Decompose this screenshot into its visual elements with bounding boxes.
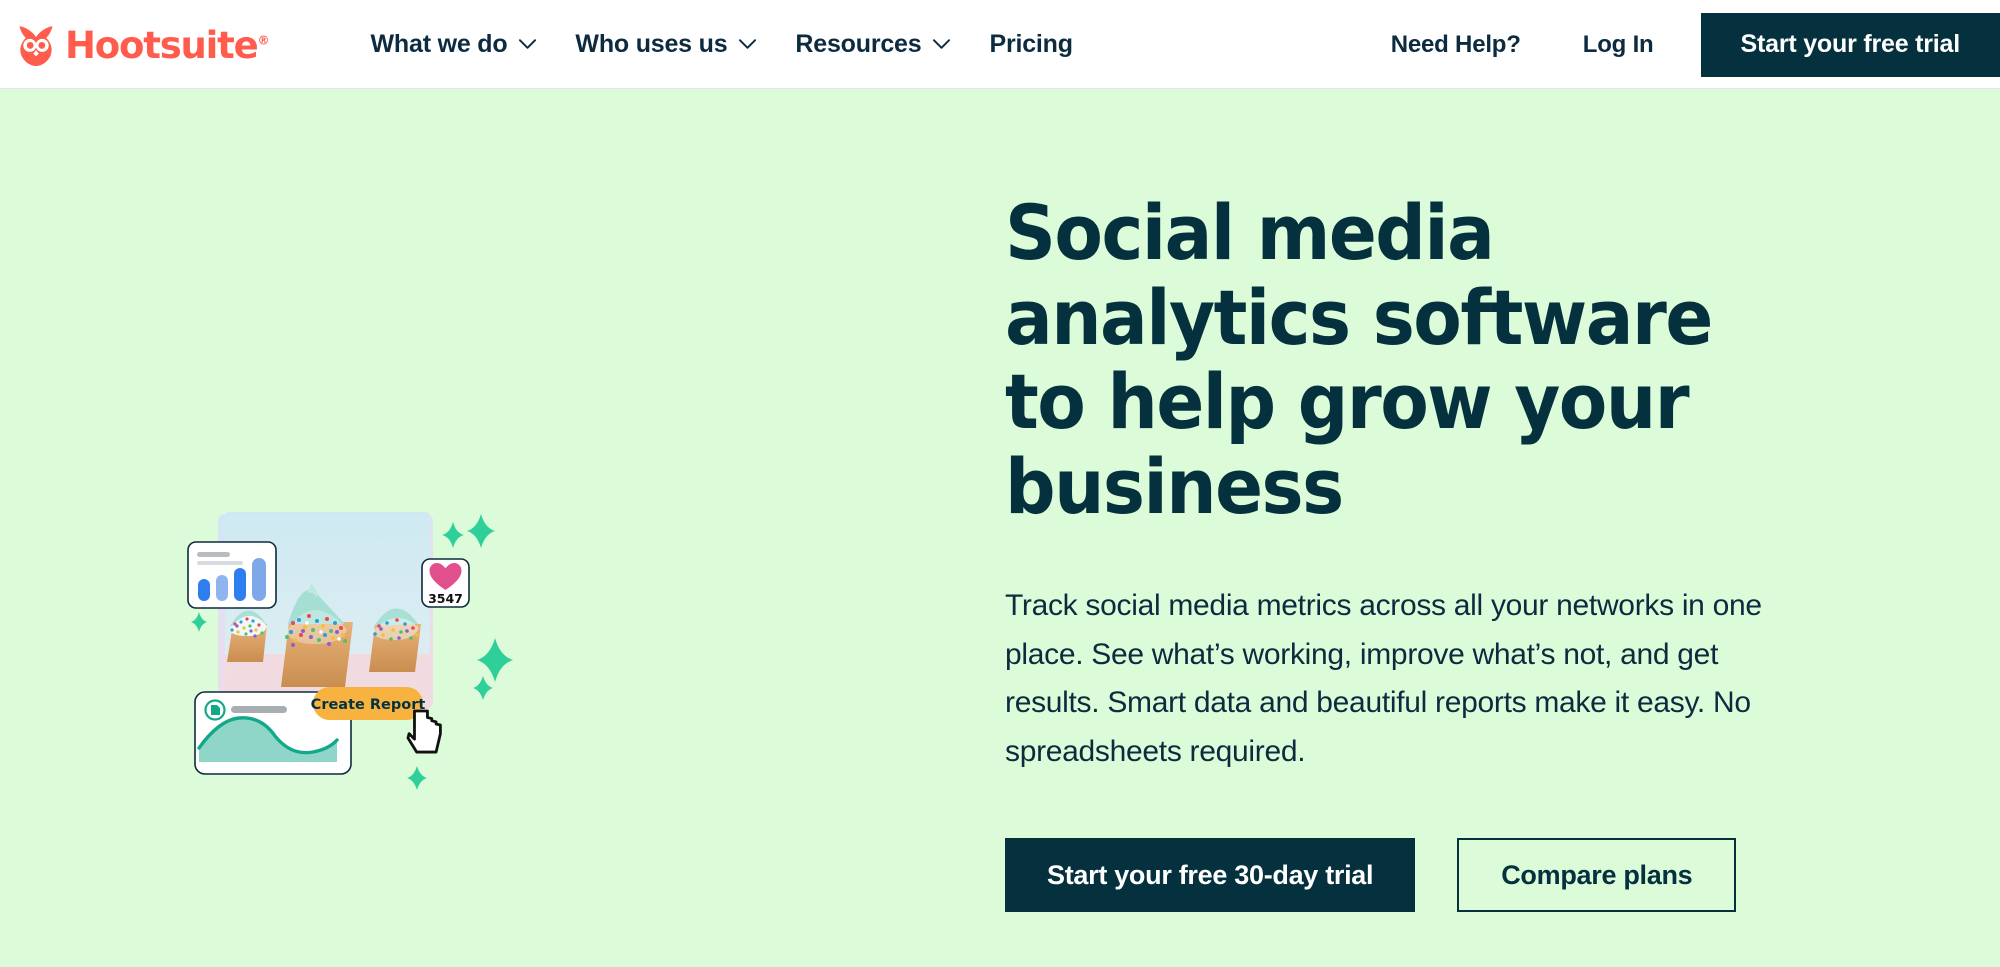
need-help-link[interactable]: Need Help? — [1375, 31, 1537, 59]
nav-item-label: What we do — [370, 29, 508, 58]
nav-item-pricing[interactable]: Pricing — [970, 20, 1091, 69]
hero-description: Track social media metrics across all yo… — [1005, 588, 1762, 768]
nav-item-who-uses-us[interactable]: Who uses us — [556, 20, 776, 69]
chevron-down-icon — [738, 38, 757, 50]
hero-content-column: Social media analytics software to help … — [1000, 89, 2000, 967]
hero-illustration-column: 3547 Create Report — [0, 89, 1000, 967]
nav-item-resources[interactable]: Resources — [776, 20, 970, 69]
bar-chart-card — [187, 541, 277, 609]
nav-item-label: Resources — [795, 29, 922, 58]
hero-cta-group: Start your free 30-day trial Compare pla… — [1005, 838, 2000, 913]
primary-nav: What we do Who uses us Resources Pricing — [352, 20, 1092, 69]
create-report-button: Create Report — [311, 687, 426, 720]
hero-section: 3547 Create Report Social media analytic… — [0, 89, 2000, 967]
analytics-illustration: 3547 Create Report — [185, 504, 535, 824]
compare-plans-button[interactable]: Compare plans — [1457, 838, 1737, 913]
nav-item-what-we-do[interactable]: What we do — [352, 20, 557, 69]
chevron-down-icon — [518, 38, 537, 50]
secondary-nav: Need Help? Log In Start your free trial — [1375, 0, 2000, 89]
registered-mark: ® — [257, 33, 270, 48]
owl-icon — [14, 22, 58, 66]
start-free-trial-nav-button[interactable]: Start your free trial — [1700, 12, 2000, 77]
svg-text:Create Report: Create Report — [311, 697, 426, 713]
svg-text:3547: 3547 — [428, 591, 463, 606]
hootsuite-logo[interactable]: Hootsuite® — [14, 22, 270, 66]
brand-wordmark: Hootsuite® — [65, 23, 270, 67]
nav-item-label: Who uses us — [575, 29, 728, 58]
page-title: Social media analytics software to help … — [1005, 188, 1713, 532]
top-navigation-bar: Hootsuite® What we do Who uses us Resour… — [0, 0, 2000, 89]
start-free-30-day-trial-button[interactable]: Start your free 30-day trial — [1005, 838, 1416, 913]
log-in-link[interactable]: Log In — [1567, 31, 1670, 59]
chevron-down-icon — [932, 38, 951, 50]
nav-item-label: Pricing — [989, 29, 1073, 58]
like-badge: 3547 — [421, 558, 470, 608]
